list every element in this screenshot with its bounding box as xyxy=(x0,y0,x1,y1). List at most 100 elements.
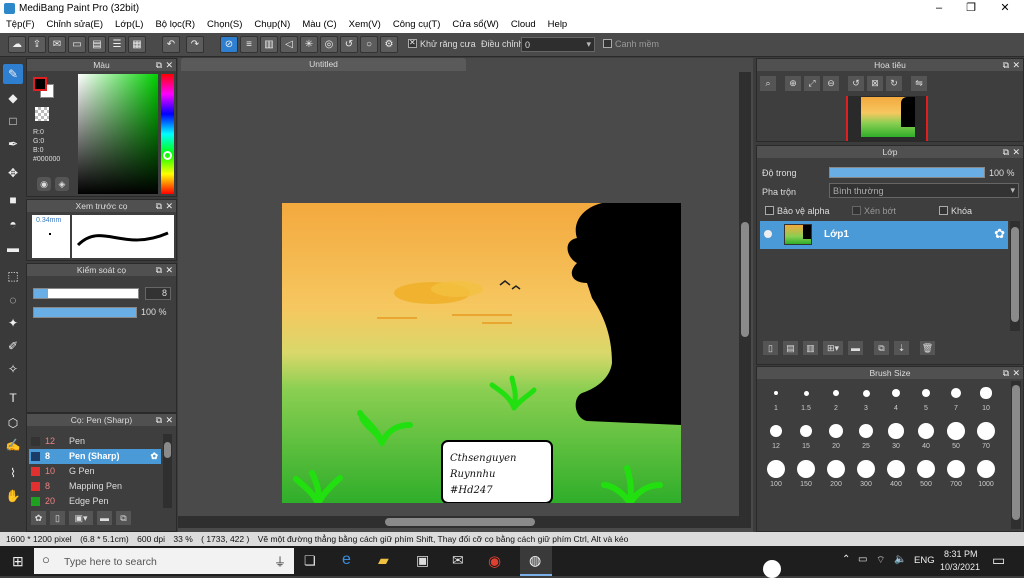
antialias-checkbox[interactable] xyxy=(408,38,417,48)
menu-layer[interactable]: Lớp(L) xyxy=(109,17,149,33)
layer-list-scrollbar[interactable] xyxy=(1010,221,1020,331)
task-view-icon[interactable]: ❏ xyxy=(304,553,316,569)
canvas-horizontal-scrollbar[interactable] xyxy=(178,516,751,528)
menu-window[interactable]: Cửa sổ(W) xyxy=(446,17,504,33)
menu-filter[interactable]: Bộ lọc(R) xyxy=(149,17,201,33)
layer-list-scroll-thumb[interactable] xyxy=(1011,227,1019,322)
vanish-snap-icon[interactable]: ◁ xyxy=(280,36,298,53)
network-icon[interactable]: ▭ xyxy=(858,554,867,565)
hue-handle[interactable] xyxy=(163,151,172,160)
curve-snap-icon[interactable]: ↺ xyxy=(340,36,358,53)
brush-size-preset[interactable]: 20 xyxy=(821,419,851,453)
language-indicator[interactable]: ENG xyxy=(914,555,935,566)
message-icon[interactable]: ▭ xyxy=(68,36,86,53)
brush-size-preset[interactable]: 700 xyxy=(941,457,971,491)
brush-size-preset[interactable]: 1 xyxy=(761,381,791,415)
navigator-preview[interactable] xyxy=(846,96,928,141)
brush-list-item[interactable]: 12 Pen xyxy=(29,434,161,449)
wifi-icon[interactable]: ⌔ xyxy=(876,554,885,567)
brush-size-preset[interactable]: 4 xyxy=(881,381,911,415)
float-icon[interactable]: ⧉ xyxy=(156,200,162,212)
hand-tool-icon[interactable]: ✋ xyxy=(3,486,23,506)
close-button[interactable]: ✕ xyxy=(988,0,1022,17)
pen-tool-2-icon[interactable]: ✍ xyxy=(3,435,23,455)
brush-list-item[interactable]: 10 G Pen xyxy=(29,464,161,479)
brush-size-preset[interactable]: 3 xyxy=(851,381,881,415)
brush-size-preset[interactable]: 5 xyxy=(911,381,941,415)
document-icon[interactable]: ▤ xyxy=(88,36,106,53)
layer-settings-icon[interactable]: ✿ xyxy=(994,226,1005,242)
float-icon[interactable]: ⧉ xyxy=(156,264,162,276)
edge-browser-icon[interactable]: e xyxy=(342,551,351,569)
store-icon[interactable]: ▣ xyxy=(416,552,429,569)
brush-list-item[interactable]: 20 Edge Pen xyxy=(29,494,161,509)
brush-size-preset[interactable]: 1000 xyxy=(971,457,1001,491)
menu-help[interactable]: Help xyxy=(542,17,574,33)
float-icon[interactable]: ⧉ xyxy=(1003,59,1009,71)
volume-icon[interactable]: 🔈 xyxy=(894,554,906,565)
reset-view-icon[interactable]: ⊠ xyxy=(867,76,883,91)
brush-size-slider[interactable] xyxy=(33,288,139,299)
menu-edit[interactable]: Chỉnh sửa(E) xyxy=(41,17,110,33)
comment-icon[interactable]: ✉ xyxy=(48,36,66,53)
canvas-vertical-scroll-thumb[interactable] xyxy=(741,222,749,337)
close-icon[interactable]: ✕ xyxy=(1012,146,1020,158)
layer-visibility-icon[interactable] xyxy=(764,230,772,238)
chevron-up-icon[interactable]: ⌃ xyxy=(842,554,850,565)
divide-tool-icon[interactable]: ⬡ xyxy=(3,413,23,433)
ellipse-snap-icon[interactable]: ○ xyxy=(360,36,378,53)
close-icon[interactable]: ✕ xyxy=(165,59,173,71)
notifications-icon[interactable]: ▭ xyxy=(992,552,1005,569)
cloud-icon[interactable]: ☁ xyxy=(8,36,26,53)
adjust-select[interactable]: 0 ▾ xyxy=(521,37,595,52)
rotate-right-icon[interactable]: ↻ xyxy=(886,76,902,91)
menu-color[interactable]: Màu (C) xyxy=(296,17,342,33)
snap-soft-checkbox[interactable] xyxy=(603,39,612,48)
file-explorer-icon[interactable]: ▰ xyxy=(378,552,389,569)
maximize-button[interactable]: ❐ xyxy=(954,0,988,17)
protect-alpha-checkbox[interactable] xyxy=(765,206,774,215)
brush-size-scroll-thumb[interactable] xyxy=(1012,385,1020,520)
saturation-value-picker[interactable] xyxy=(78,74,158,194)
brush-size-preset[interactable]: 2 xyxy=(821,381,851,415)
brush-size-preset[interactable]: 1.5 xyxy=(791,381,821,415)
select-eraser-icon[interactable]: ✧ xyxy=(3,359,23,379)
new-halftone-layer-icon[interactable]: ▤ xyxy=(783,341,798,355)
brush-size-preset[interactable]: 200 xyxy=(821,457,851,491)
brush-list-scrollbar[interactable] xyxy=(163,434,172,508)
zoom-in-icon[interactable]: ⊕ xyxy=(785,76,801,91)
list-icon[interactable]: ☰ xyxy=(108,36,126,53)
foreground-color-swatch[interactable] xyxy=(33,77,47,91)
brush-size-preset[interactable]: 15 xyxy=(791,419,821,453)
parallel-snap-icon[interactable]: ≡ xyxy=(240,36,258,53)
document-tab[interactable]: Untitled xyxy=(181,58,466,71)
close-icon[interactable]: ✕ xyxy=(165,414,173,426)
menu-select[interactable]: Chọn(S) xyxy=(201,17,248,33)
hue-slider[interactable] xyxy=(161,74,174,194)
brush-list-item[interactable]: 8 Pen (Sharp) ✿ xyxy=(29,449,161,464)
brush-size-preset[interactable]: 10 xyxy=(971,381,1001,415)
flip-icon[interactable]: ⇋ xyxy=(911,76,927,91)
chrome-icon[interactable]: ◉ xyxy=(488,552,501,570)
brush-size-preset[interactable]: 12 xyxy=(761,419,791,453)
delete-layer-icon[interactable]: 🗑 xyxy=(920,341,935,355)
clock-time[interactable]: 8:31 PM xyxy=(944,549,978,559)
circle-snap-icon[interactable]: ◎ xyxy=(320,36,338,53)
lasso-icon[interactable]: ◌ xyxy=(3,290,23,310)
transparent-swatch[interactable] xyxy=(35,107,49,121)
clipping-checkbox[interactable] xyxy=(852,206,861,215)
dot-tool-icon[interactable]: □ xyxy=(3,111,23,131)
brush-size-preset[interactable]: 50 xyxy=(941,419,971,453)
brush-size-preset[interactable]: 70 xyxy=(971,419,1001,453)
layer-row[interactable]: Lớp1 ✿ xyxy=(760,221,1008,249)
eyedropper-icon[interactable]: ⌇ xyxy=(3,463,23,483)
fit-window-icon[interactable]: ⤢ xyxy=(804,76,820,91)
blend-mode-select[interactable]: Bình thường ▾ xyxy=(829,183,1019,198)
select-pen-icon[interactable]: ✐ xyxy=(3,336,23,356)
brush-size-preset[interactable]: 100 xyxy=(761,457,791,491)
brush-size-value[interactable]: 8 xyxy=(145,287,171,300)
mail-icon[interactable]: ✉ xyxy=(452,552,464,569)
select-rect-icon[interactable]: ⬚ xyxy=(3,266,23,286)
radial-snap-icon[interactable]: ✳ xyxy=(300,36,318,53)
undo-icon[interactable]: ↶ xyxy=(162,36,180,53)
